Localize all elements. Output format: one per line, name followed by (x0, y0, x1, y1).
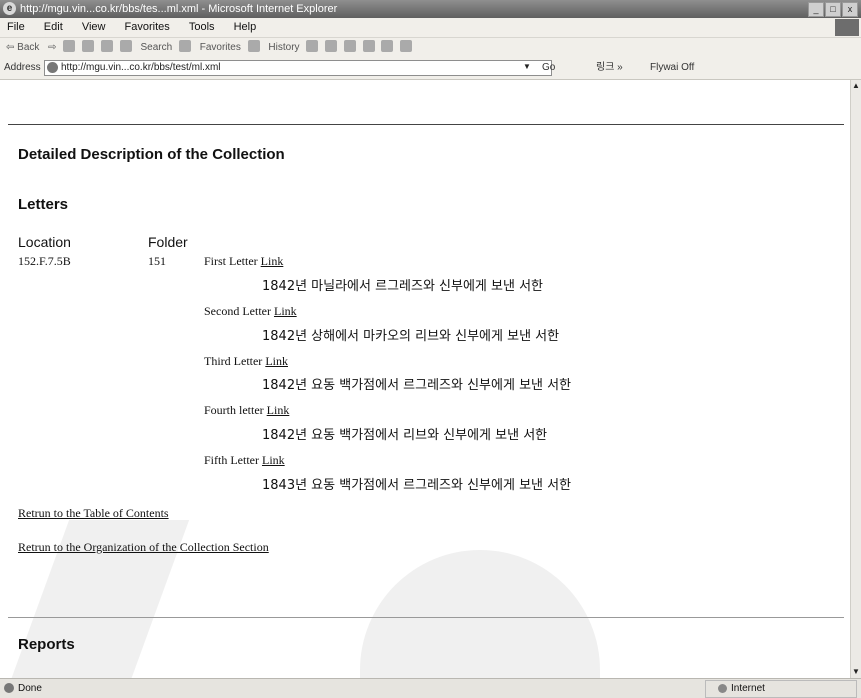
minimize-button[interactable]: _ (808, 2, 824, 17)
letter-description: 1842년 요동 백가점에서 리브와 신부에게 보낸 서한 (262, 428, 548, 443)
forward-button[interactable]: ⇨ (48, 42, 56, 53)
messenger-icon[interactable] (381, 40, 394, 52)
letter-label: Fifth Letter Link (204, 453, 285, 468)
window-controls: _ □ x (808, 2, 858, 17)
menu-bar: File Edit View Favorites Tools Help (0, 18, 861, 38)
page-icon (47, 62, 58, 73)
letter-label: Third Letter Link (204, 354, 288, 369)
reports-title: Reports (18, 636, 75, 653)
letter-link[interactable]: Link (262, 453, 285, 467)
edit-icon[interactable] (343, 40, 356, 52)
letter-name: Second Letter (204, 304, 271, 318)
letter-description: 1842년 마닐라에서 르그레즈와 신부에게 보낸 서한 (262, 279, 543, 294)
address-dropdown-icon[interactable]: ▼ (522, 61, 532, 73)
letter-name: Third Letter (204, 354, 263, 368)
address-url: http://mgu.vin...co.kr/bbs/test/ml.xml (61, 62, 221, 73)
letter-link[interactable]: Link (274, 304, 297, 318)
close-button[interactable]: x (842, 2, 858, 17)
letter-link[interactable]: Link (265, 354, 288, 368)
status-bar: Done Internet (0, 678, 861, 698)
history-button[interactable]: History (268, 42, 299, 53)
letter-link[interactable]: Link (261, 254, 284, 268)
page-content: Detailed Description of the Collection L… (0, 80, 851, 678)
stop-icon[interactable] (63, 40, 76, 52)
maximize-button[interactable]: □ (825, 2, 841, 17)
globe-icon (718, 684, 727, 693)
letter-link[interactable]: Link (267, 403, 290, 417)
zone-label: Internet (731, 683, 765, 694)
window-title: http://mgu.vin...co.kr/bbs/tes...ml.xml … (20, 3, 338, 15)
letter-label: Second Letter Link (204, 304, 297, 319)
menu-favorites[interactable]: Favorites (125, 21, 170, 33)
standard-toolbar: ⇦ Back ⇨ Search Favorites History (0, 38, 861, 57)
title-bar: e http://mgu.vin...co.kr/bbs/tes...ml.xm… (0, 0, 861, 18)
letter-name: Fourth letter (204, 403, 264, 417)
scroll-up-icon[interactable]: ▲ (851, 80, 861, 92)
location-column-header: Location (18, 234, 71, 250)
menu-view[interactable]: View (82, 21, 106, 33)
menu-help[interactable]: Help (234, 21, 257, 33)
letter-description: 1842년 상해에서 마카오의 리브와 신부에게 보낸 서한 (262, 329, 560, 344)
subsection-title: Letters (18, 196, 69, 213)
status-text: Done (18, 683, 42, 694)
history-icon[interactable] (247, 40, 260, 52)
page-done-icon (4, 683, 14, 693)
location-value: 152.F.7.5B (18, 254, 71, 268)
letter-name: First Letter (204, 254, 258, 268)
favorites-button[interactable]: Favorites (200, 42, 241, 53)
go-button[interactable]: Go (542, 57, 555, 79)
address-bar: Address http://mgu.vin...co.kr/bbs/test/… (0, 57, 861, 80)
return-org-row: Retrun to the Organization of the Collec… (18, 540, 269, 555)
mail-icon[interactable] (306, 40, 319, 52)
letter-name: Fifth Letter (204, 453, 259, 467)
address-label: Address (4, 62, 41, 73)
search-button[interactable]: Search (140, 42, 172, 53)
back-button[interactable]: ⇦ Back (6, 42, 39, 53)
letter-description: 1843년 요동 백가점에서 르그레즈와 신부에게 보낸 서한 (262, 478, 572, 493)
return-toc-link[interactable]: Retrun to the Table of Contents (18, 506, 169, 520)
letter-label: Fourth letter Link (204, 403, 289, 418)
menu-edit[interactable]: Edit (44, 21, 63, 33)
discuss-icon[interactable] (362, 40, 375, 52)
divider (8, 617, 844, 618)
section-title: Detailed Description of the Collection (18, 146, 285, 163)
return-org-link[interactable]: Retrun to the Organization of the Collec… (18, 540, 269, 554)
letter-description: 1842년 요동 백가점에서 르그레즈와 신부에게 보낸 서한 (262, 378, 572, 393)
scroll-down-icon[interactable]: ▼ (851, 666, 861, 678)
watermark-shape (360, 550, 600, 678)
menu-file[interactable]: File (7, 21, 25, 33)
ie-throbber-icon (835, 19, 859, 36)
divider (8, 124, 844, 125)
favorites-icon[interactable] (178, 40, 191, 52)
search-icon[interactable] (119, 40, 132, 52)
flyby-button[interactable]: Flywai Off (650, 57, 694, 79)
print-icon[interactable] (325, 40, 338, 52)
home-icon[interactable] (100, 40, 113, 52)
vertical-scrollbar[interactable]: ▲ ▼ (850, 80, 861, 678)
folder-column-header: Folder (148, 234, 188, 250)
folder-value: 151 (148, 254, 166, 268)
menu-tools[interactable]: Tools (189, 21, 215, 33)
security-zone: Internet (705, 680, 857, 698)
return-toc-row: Retrun to the Table of Contents (18, 506, 169, 521)
ie-app-icon: e (3, 2, 16, 15)
research-icon[interactable] (400, 40, 413, 52)
address-input[interactable]: http://mgu.vin...co.kr/bbs/test/ml.xml (44, 60, 552, 76)
refresh-icon[interactable] (82, 40, 95, 52)
links-button[interactable]: 링크 » (596, 57, 623, 79)
letter-label: First Letter Link (204, 254, 283, 269)
